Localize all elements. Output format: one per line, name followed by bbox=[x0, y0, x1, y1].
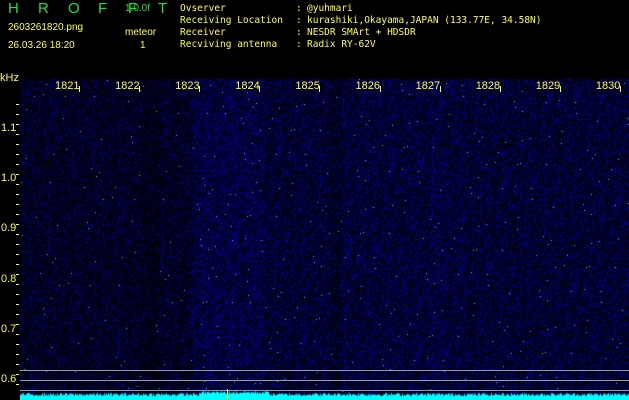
freq-tick bbox=[319, 86, 321, 92]
unit-label: kHz bbox=[0, 72, 19, 84]
location-value: kurashiki,Okayama,JAPAN (133.77E, 34.58N… bbox=[307, 15, 542, 26]
y-tick bbox=[16, 264, 19, 265]
separator: : bbox=[296, 3, 302, 14]
separator: : bbox=[296, 39, 302, 50]
freq-tick bbox=[439, 86, 441, 92]
y-tick bbox=[16, 194, 19, 195]
separator: : bbox=[296, 27, 302, 38]
y-tick bbox=[16, 114, 19, 115]
datetime-label: 26.03.26 18:20 bbox=[8, 40, 75, 51]
meteor-count: 1 bbox=[140, 40, 146, 51]
y-tick bbox=[16, 314, 19, 315]
y-tick bbox=[16, 344, 19, 345]
freq-tick bbox=[259, 86, 261, 92]
threshold-line bbox=[20, 370, 629, 371]
title-letter: O bbox=[68, 0, 80, 17]
title-letter: H bbox=[8, 0, 19, 17]
y-tick bbox=[16, 234, 19, 235]
y-tick bbox=[16, 304, 19, 305]
freq-tick-label: 1826 bbox=[355, 80, 380, 92]
y-tick bbox=[16, 274, 19, 275]
freq-tick-label: 1827 bbox=[415, 80, 441, 92]
y-tick bbox=[16, 174, 19, 175]
freq-tick bbox=[499, 86, 501, 92]
y-tick bbox=[16, 384, 19, 385]
meteor-label: meteor bbox=[125, 27, 157, 38]
location-label: Receiving Location bbox=[180, 15, 283, 26]
title-letter: R bbox=[38, 0, 49, 17]
y-tick bbox=[16, 364, 19, 365]
freq-tick-label: 1821 bbox=[55, 80, 80, 92]
threshold-line bbox=[20, 390, 629, 391]
y-tick-label: 1.0 bbox=[1, 172, 17, 185]
y-tick bbox=[16, 164, 19, 165]
freq-tick-label: 1822 bbox=[115, 80, 140, 92]
y-tick bbox=[16, 154, 19, 155]
y-tick-label: 0.8 bbox=[1, 272, 17, 285]
info-values: @yuhmari kurashiki,Okayama,JAPAN (133.77E… bbox=[307, 3, 542, 51]
y-tick-label: 0.6 bbox=[1, 373, 17, 385]
observer-label: Ovserver bbox=[180, 3, 226, 14]
y-tick bbox=[16, 244, 19, 245]
y-tick bbox=[16, 204, 19, 205]
freq-tick bbox=[379, 86, 381, 92]
y-tick bbox=[16, 124, 19, 125]
y-tick bbox=[16, 334, 19, 335]
y-tick bbox=[16, 294, 19, 295]
y-tick bbox=[16, 134, 19, 135]
y-tick bbox=[16, 224, 19, 225]
separator: : bbox=[296, 15, 302, 26]
title-letter: F bbox=[98, 0, 108, 17]
antenna-value: Radix RY-62V bbox=[307, 39, 376, 50]
antenna-label: Recviving antenna bbox=[180, 39, 278, 50]
freq-tick bbox=[79, 86, 80, 92]
receiver-label: Receiver bbox=[180, 27, 226, 38]
freq-tick-label: 1830 bbox=[595, 80, 621, 92]
spectrogram bbox=[20, 79, 629, 400]
version-label: 1.0.0f bbox=[125, 3, 151, 14]
y-tick bbox=[16, 284, 19, 285]
freq-tick bbox=[139, 86, 141, 92]
y-tick bbox=[16, 354, 19, 355]
y-tick bbox=[16, 104, 19, 105]
meteor-marker bbox=[227, 389, 228, 400]
observer-value: @yuhmari bbox=[307, 3, 353, 14]
freq-tick-label: 1824 bbox=[235, 80, 260, 92]
y-tick-label: 1.1 bbox=[1, 122, 17, 134]
freq-tick-label: 1825 bbox=[295, 80, 320, 92]
y-tick bbox=[16, 144, 19, 145]
y-tick-label: 0.9 bbox=[1, 222, 17, 235]
freq-tick bbox=[619, 86, 621, 92]
freq-tick-label: 1828 bbox=[475, 80, 501, 92]
y-tick bbox=[16, 374, 19, 375]
info-separators: :::: bbox=[296, 3, 302, 51]
receiver-value: NESDR SMArt + HDSDR bbox=[307, 27, 416, 38]
freq-tick-label: 1829 bbox=[535, 80, 561, 92]
info-labels: Ovserver Receiving Location Receiver Recviv… bbox=[180, 3, 283, 51]
y-tick bbox=[16, 214, 19, 215]
y-tick bbox=[16, 254, 19, 255]
threshold-line bbox=[20, 380, 629, 381]
filename-label: 2603261820.png bbox=[8, 22, 84, 33]
freq-tick-label: 1823 bbox=[175, 80, 200, 92]
freq-tick bbox=[199, 86, 201, 92]
y-tick bbox=[16, 324, 19, 325]
y-tick-label: 0.7 bbox=[1, 322, 17, 335]
app-title: HROFFT bbox=[8, 0, 188, 17]
y-tick bbox=[16, 184, 19, 185]
freq-tick bbox=[559, 86, 561, 92]
